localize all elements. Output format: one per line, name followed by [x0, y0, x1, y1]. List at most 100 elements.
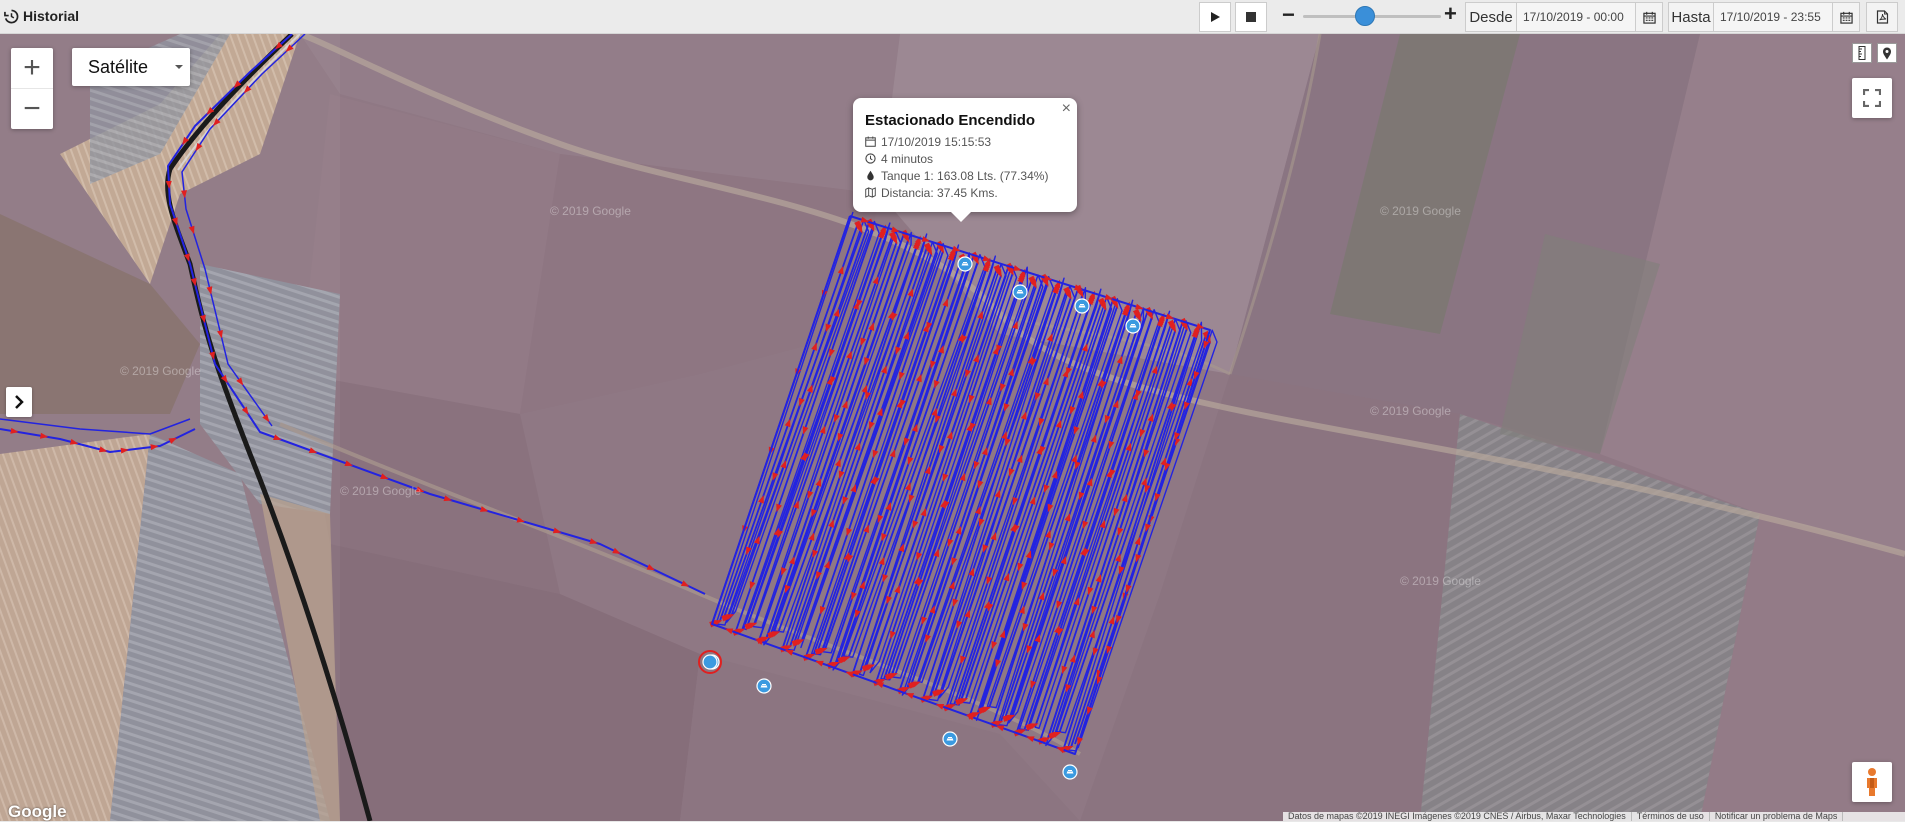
- playback-speed-slider-thumb[interactable]: [1355, 6, 1376, 26]
- calendar-icon: [1839, 11, 1853, 24]
- direction-arrow: [837, 265, 844, 275]
- direction-arrow: [935, 703, 945, 710]
- direction-arrow: [819, 605, 826, 615]
- info-tank: Tanque 1: 163.08 Lts. (77.34%): [881, 168, 1049, 183]
- info-datetime: 17/10/2019 15:15:53: [881, 134, 992, 149]
- attribution-data: Datos de mapas ©2019 INEGI Imágenes ©201…: [1283, 812, 1632, 821]
- ruler-icon: [1858, 46, 1866, 60]
- attribution-terms-link[interactable]: Términos de uso: [1632, 812, 1710, 821]
- stop-marker[interactable]: [1074, 298, 1090, 314]
- direction-arrow: [680, 580, 690, 587]
- fuel-drop-icon: [867, 170, 874, 181]
- direction-arrow: [1116, 355, 1123, 365]
- direction-arrow: [1026, 736, 1035, 742]
- direction-arrow: [934, 380, 940, 389]
- page-title: Historial: [4, 8, 79, 24]
- info-window: × Estacionado Encendido 17/10/2019 15:15…: [853, 98, 1077, 222]
- clock-icon: [865, 153, 876, 164]
- direction-arrow: [380, 473, 389, 480]
- direction-arrow: [908, 494, 915, 503]
- map-watermark: © 2019 Google: [340, 484, 421, 498]
- to-calendar-button[interactable]: [1832, 2, 1860, 32]
- calendar-icon: [1642, 11, 1656, 24]
- route-path[interactable]: [167, 34, 706, 595]
- stop-marker[interactable]: [1012, 284, 1028, 300]
- speed-increase-button[interactable]: +: [1444, 1, 1457, 27]
- fullscreen-button[interactable]: [1852, 78, 1892, 118]
- top-toolbar: Historial − + Desde Hasta: [0, 0, 1905, 34]
- from-datetime-input[interactable]: [1516, 2, 1636, 32]
- zoom-in-button[interactable]: +: [11, 48, 53, 88]
- direction-arrow: [168, 437, 178, 444]
- map-zoom-control: + −: [11, 48, 53, 129]
- direction-arrow: [344, 460, 354, 466]
- direction-arrow: [915, 373, 922, 383]
- direction-arrow: [815, 660, 824, 667]
- route-path[interactable]: [0, 418, 191, 435]
- direction-arrow: [724, 628, 734, 635]
- map-type-label: Satélite: [88, 56, 149, 77]
- google-logo: Google: [8, 802, 67, 821]
- route-path[interactable]: [0, 428, 196, 453]
- map-watermark: © 2019 Google: [120, 364, 201, 378]
- direction-arrow: [1061, 665, 1068, 675]
- info-row-duration: 4 minutos: [865, 150, 1065, 167]
- map-watermark: © 2019 Google: [1400, 574, 1481, 588]
- map-icon: [865, 187, 876, 198]
- map-watermark: © 2019 Google: [1380, 204, 1461, 218]
- info-row-tank: Tanque 1: 163.08 Lts. (77.34%): [865, 167, 1065, 184]
- direction-arrow: [188, 225, 195, 235]
- stop-marker[interactable]: [1062, 764, 1078, 780]
- from-calendar-button[interactable]: [1635, 2, 1663, 32]
- street-view-pegman[interactable]: [1852, 762, 1892, 802]
- map-type-select[interactable]: Satélite: [72, 48, 190, 86]
- pdf-icon: [1876, 10, 1888, 24]
- calendar-icon: [865, 136, 876, 147]
- zoom-out-button[interactable]: −: [11, 88, 53, 129]
- stop-button[interactable]: [1235, 2, 1267, 32]
- direction-arrow: [811, 342, 817, 351]
- to-datetime-input[interactable]: [1713, 2, 1833, 32]
- direction-arrow: [646, 564, 656, 571]
- direction-arrow: [846, 527, 853, 537]
- speed-decrease-button[interactable]: −: [1282, 2, 1295, 28]
- info-row-datetime: 17/10/2019 15:15:53: [865, 133, 1065, 150]
- direction-arrow: [171, 217, 178, 226]
- stop-marker[interactable]: [957, 256, 973, 272]
- direction-arrow: [835, 458, 841, 468]
- side-panel-toggle[interactable]: [6, 387, 32, 417]
- stop-icon: [1246, 12, 1256, 22]
- direction-arrow: [217, 330, 223, 339]
- attribution-report-link[interactable]: Notificar un problema de Maps: [1710, 812, 1844, 821]
- info-window-title: Estacionado Encendido: [865, 112, 1036, 129]
- info-window-close-button[interactable]: ×: [1062, 100, 1071, 118]
- map-watermark: © 2019 Google: [550, 204, 631, 218]
- direction-arrow: [894, 584, 900, 594]
- page-title-label: Historial: [23, 8, 80, 24]
- direction-arrow: [1090, 434, 1097, 443]
- info-distance: Distancia: 37.45 Kms.: [881, 185, 998, 200]
- direction-arrow: [181, 190, 187, 199]
- info-duration: 4 minutos: [881, 151, 934, 166]
- direction-arrow: [308, 447, 318, 453]
- map-watermark: © 2019 Google: [1370, 404, 1451, 418]
- direction-arrow: [872, 449, 879, 459]
- stop-marker[interactable]: [942, 731, 958, 747]
- map-pin-icon: [1883, 47, 1891, 59]
- history-icon: [4, 9, 19, 23]
- pegman-icon: [1867, 768, 1877, 796]
- play-button[interactable]: [1199, 2, 1231, 32]
- marker-tool-button[interactable]: [1877, 43, 1897, 63]
- ruler-tool-button[interactable]: [1852, 43, 1872, 63]
- direction-arrow: [183, 253, 190, 262]
- export-pdf-button[interactable]: [1866, 2, 1898, 32]
- stop-marker[interactable]: [1125, 318, 1141, 334]
- direction-arrow: [165, 180, 172, 189]
- info-row-distance: Distancia: 37.45 Kms.: [865, 184, 1065, 201]
- direction-arrow: [612, 547, 621, 554]
- stop-marker[interactable]: [756, 678, 772, 694]
- from-label: Desde: [1465, 2, 1517, 32]
- to-label: Hasta: [1668, 2, 1714, 32]
- direction-arrow: [749, 581, 756, 590]
- direction-arrow: [195, 142, 203, 152]
